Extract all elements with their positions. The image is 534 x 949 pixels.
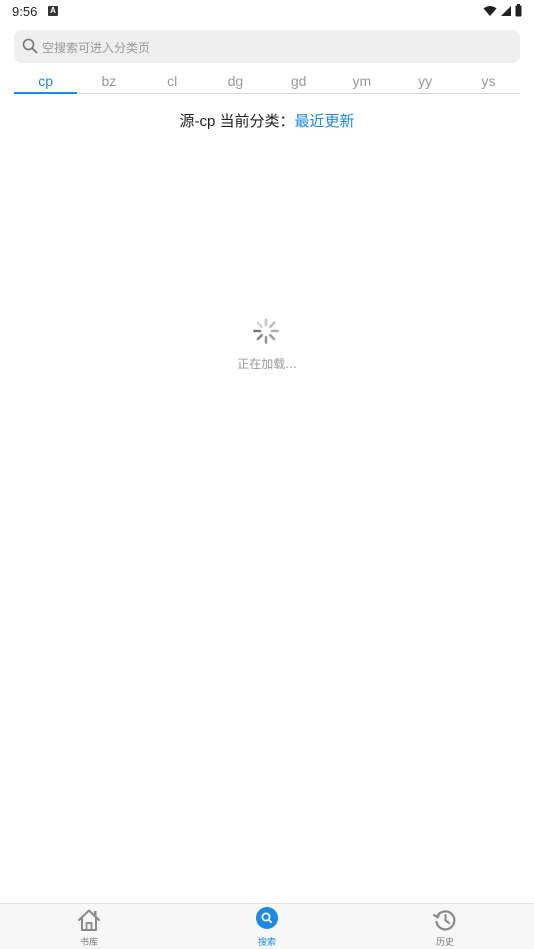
nav-label-history: 历史 bbox=[435, 938, 454, 948]
category-line: 源-cp 当前分类：最近更新 bbox=[0, 110, 534, 131]
tab-ym[interactable]: ym bbox=[330, 70, 393, 93]
category-value-link[interactable]: 最近更新 bbox=[295, 113, 355, 130]
status-bar: 9:56 A bbox=[0, 0, 534, 24]
status-icons bbox=[483, 4, 522, 17]
tab-cp[interactable]: cp bbox=[14, 70, 78, 94]
tab-dg[interactable]: dg bbox=[204, 70, 267, 93]
tab-yy[interactable]: yy bbox=[394, 70, 457, 93]
signal-icon bbox=[501, 5, 511, 16]
battery-icon bbox=[515, 4, 522, 17]
loading-text: 正在加载... bbox=[237, 357, 297, 371]
nav-label-search: 搜索 bbox=[257, 938, 276, 948]
search-icon bbox=[22, 38, 38, 54]
history-icon bbox=[433, 910, 456, 931]
source-tabs: cp bz cl dg gd ym yy ys bbox=[14, 70, 520, 94]
status-time: 9:56 bbox=[12, 4, 38, 19]
tab-cl[interactable]: cl bbox=[141, 70, 204, 93]
nav-label-library: 书库 bbox=[79, 938, 98, 948]
wifi-icon bbox=[483, 5, 497, 16]
search-icon bbox=[256, 907, 278, 929]
home-icon bbox=[78, 909, 100, 931]
nav-item-search[interactable]: 搜索 bbox=[178, 904, 356, 949]
tab-ys[interactable]: ys bbox=[457, 70, 520, 93]
loading-spinner-icon bbox=[253, 318, 279, 344]
bottom-nav: 书库 搜索 历史 bbox=[0, 903, 534, 949]
tab-bz[interactable]: bz bbox=[77, 70, 140, 93]
search-input[interactable]: 空搜索可进入分类页 bbox=[14, 30, 520, 63]
category-prefix: 源-cp 当前分类： bbox=[179, 113, 295, 130]
notification-a-icon: A bbox=[48, 6, 58, 16]
nav-item-library[interactable]: 书库 bbox=[0, 904, 178, 949]
nav-item-history[interactable]: 历史 bbox=[356, 904, 534, 949]
tab-gd[interactable]: gd bbox=[267, 70, 330, 93]
app-screen: 9:56 A 空搜索可进入分类页 cp bz cl dg gd ym yy ys… bbox=[0, 0, 534, 949]
search-placeholder: 空搜索可进入分类页 bbox=[42, 41, 151, 55]
